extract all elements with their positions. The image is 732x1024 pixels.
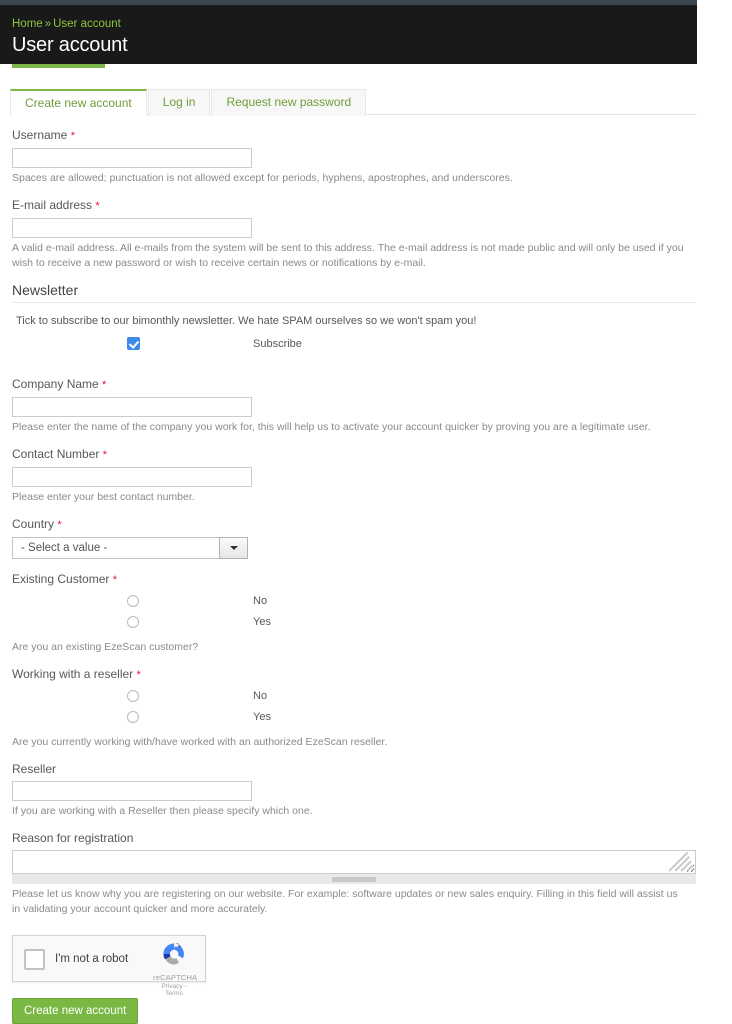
reseller-option-no-label: No xyxy=(253,690,268,702)
radio-unchecked-icon xyxy=(127,616,139,628)
country-required-mark: * xyxy=(57,519,62,531)
reseller-option-no: No xyxy=(12,689,687,708)
country-label: Country * xyxy=(12,516,687,533)
contact-number-description: Please enter your best contact number. xyxy=(12,491,195,503)
field-company-name: Company Name * Please enter the name of … xyxy=(12,376,687,435)
username-input[interactable] xyxy=(12,148,252,168)
username-label-text: Username xyxy=(12,128,68,142)
field-reseller: Reseller If you are working with a Resel… xyxy=(12,761,687,819)
country-select-value: - Select a value - xyxy=(12,537,219,559)
email-label-text: E-mail address xyxy=(12,198,93,212)
reason-description: Please let us know why you are registeri… xyxy=(12,888,678,915)
email-input[interactable] xyxy=(12,218,252,238)
username-label: Username * xyxy=(12,127,687,144)
page-header: Home» User account User account xyxy=(0,5,697,64)
company-name-label: Company Name * xyxy=(12,376,687,393)
subscribe-row: Subscribe xyxy=(12,337,687,356)
account-tabs: Create new account Log in Request new pass… xyxy=(10,88,697,116)
username-description: Spaces are allowed; punctuation is not a… xyxy=(12,172,513,184)
radio-unchecked-icon xyxy=(127,711,139,723)
country-label-text: Country xyxy=(12,517,55,531)
reseller-option-yes-label: Yes xyxy=(253,711,271,723)
email-description: A valid e-mail address. All e-mails from… xyxy=(12,242,684,269)
subscribe-label: Subscribe xyxy=(253,338,302,350)
tab-log-in[interactable]: Log in xyxy=(147,89,211,116)
working-with-reseller-radio-yes[interactable] xyxy=(127,710,139,728)
field-contact-number: Contact Number * Please enter your best … xyxy=(12,446,687,505)
existing-customer-option-no-label: No xyxy=(253,595,268,607)
reseller-description: If you are working with a Reseller then … xyxy=(12,805,313,817)
working-with-reseller-required-mark: * xyxy=(136,669,141,681)
reason-textarea-wrap xyxy=(12,850,696,874)
contact-number-input[interactable] xyxy=(12,467,252,487)
contact-number-label-text: Contact Number xyxy=(12,447,100,461)
field-country: Country * - Select a value - xyxy=(12,516,687,571)
recaptcha-privacy-terms[interactable]: Privacy - Terms xyxy=(153,983,195,997)
newsletter-heading: Newsletter xyxy=(12,282,695,303)
reason-textarea[interactable] xyxy=(12,850,696,874)
email-required-mark: * xyxy=(95,200,100,212)
recaptcha-brand: reCAPTCHA xyxy=(153,973,198,982)
textarea-drag-handle[interactable] xyxy=(12,874,696,884)
field-working-with-reseller: Working with a reseller * No Yes Are you… xyxy=(12,666,687,750)
working-with-reseller-label-text: Working with a reseller xyxy=(12,667,134,681)
breadcrumb-current: User account xyxy=(53,18,121,30)
radio-unchecked-icon xyxy=(127,595,139,607)
existing-customer-radio-no[interactable] xyxy=(127,594,139,612)
contact-number-required-mark: * xyxy=(102,449,107,461)
existing-customer-description: Are you an existing EzeScan customer? xyxy=(12,641,199,653)
company-name-required-mark: * xyxy=(102,379,107,391)
recaptcha-widget: I'm not a robot reCAPTCHA Privacy - Term… xyxy=(12,935,206,997)
reseller-input[interactable] xyxy=(12,781,252,801)
field-existing-customer: Existing Customer * No Yes Are you an ex… xyxy=(12,571,687,655)
field-email: E-mail address * A valid e-mail address.… xyxy=(12,197,687,271)
email-label: E-mail address * xyxy=(12,197,687,214)
subscribe-checkbox[interactable] xyxy=(127,337,140,355)
working-with-reseller-label: Working with a reseller * xyxy=(12,666,687,683)
company-name-label-text: Company Name xyxy=(12,377,99,391)
create-account-form: Username * Spaces are allowed; punctuati… xyxy=(0,115,697,1024)
company-name-description: Please enter the name of the company you… xyxy=(12,421,651,433)
recaptcha-logo-icon xyxy=(163,943,184,965)
create-new-account-button[interactable]: Create new account xyxy=(12,998,139,1024)
country-select[interactable]: - Select a value - xyxy=(12,537,248,559)
newsletter-intro: Tick to subscribe to our bimonthly newsl… xyxy=(16,315,477,327)
existing-customer-option-no: No xyxy=(12,594,687,613)
existing-customer-option-yes-label: Yes xyxy=(253,616,271,628)
existing-customer-required-mark: * xyxy=(112,574,117,586)
breadcrumb-separator: » xyxy=(44,18,52,30)
existing-customer-label: Existing Customer * xyxy=(12,571,687,588)
contact-number-label: Contact Number * xyxy=(12,446,687,463)
field-username: Username * Spaces are allowed; punctuati… xyxy=(12,127,687,186)
recaptcha-label: I'm not a robot xyxy=(55,953,129,965)
reseller-option-yes: Yes xyxy=(12,710,687,729)
tab-request-new-password[interactable]: Request new password xyxy=(211,89,367,116)
company-name-input[interactable] xyxy=(12,397,252,417)
existing-customer-radio-yes[interactable] xyxy=(127,615,139,633)
breadcrumb: Home» User account xyxy=(12,18,697,31)
username-required-mark: * xyxy=(70,130,75,142)
page-title: User account xyxy=(12,34,128,56)
page-content: Create new account Log in Request new pass… xyxy=(0,68,697,1024)
recaptcha-checkbox[interactable] xyxy=(24,949,45,970)
chevron-down-icon[interactable] xyxy=(219,537,248,559)
checkbox-checked-icon xyxy=(127,337,140,350)
existing-customer-option-yes: Yes xyxy=(12,615,687,634)
working-with-reseller-radio-no[interactable] xyxy=(127,689,139,707)
working-with-reseller-description: Are you currently working with/have work… xyxy=(12,736,388,748)
reseller-label: Reseller xyxy=(12,762,57,776)
radio-unchecked-icon xyxy=(127,690,139,702)
existing-customer-label-text: Existing Customer xyxy=(12,572,110,586)
reason-label: Reason for registration xyxy=(12,831,134,845)
tab-create-new-account[interactable]: Create new account xyxy=(10,89,147,116)
breadcrumb-home-link[interactable]: Home xyxy=(12,18,43,30)
recaptcha-logo-block: reCAPTCHA Privacy - Terms xyxy=(153,940,198,997)
